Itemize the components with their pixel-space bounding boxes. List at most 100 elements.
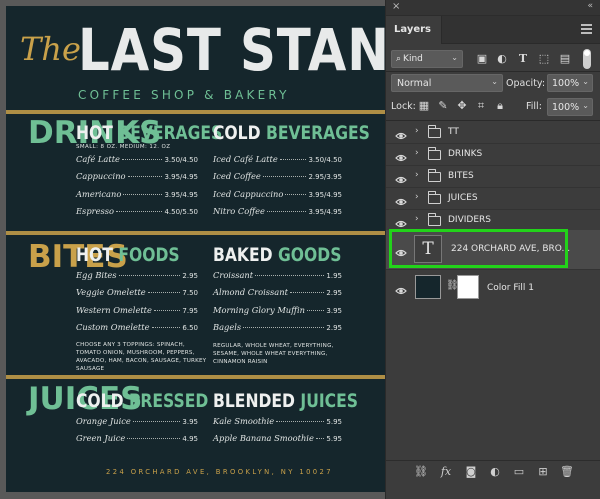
eye-icon[interactable] (395, 193, 407, 206)
fill-value: 100% (552, 102, 580, 113)
panel-menu-icon[interactable] (581, 24, 592, 34)
layer-name: DIVIDERS (448, 215, 491, 225)
item-price: 3.95/4.95 (164, 190, 198, 199)
document-canvas[interactable]: The LAST STAND COFFEE SHOP & BAKERY DRIN… (0, 0, 385, 499)
menu-item: Espresso 4.50/5.50 (76, 206, 198, 223)
lock-artboard-icon[interactable]: ⌗ (475, 99, 487, 113)
folder-icon (428, 213, 441, 226)
mask-thumbnail[interactable] (457, 275, 479, 299)
menu-item: Croissant 1.95 (213, 270, 342, 287)
opacity-field[interactable]: 100% ⌄ (547, 74, 593, 92)
side-word-bites: BITES (28, 239, 128, 275)
folder-icon (428, 147, 441, 160)
item-name: Croissant (213, 270, 254, 280)
lock-transparent-icon[interactable]: ▦ (418, 99, 430, 113)
lock-image-icon[interactable]: ✎ (437, 99, 449, 113)
item-price: 2.95 (326, 289, 342, 298)
image-filter-icon[interactable]: ▣ (475, 52, 489, 66)
leader-dots (255, 275, 325, 276)
close-icon[interactable]: × (392, 1, 400, 12)
item-price: 3.50/4.50 (164, 156, 198, 164)
leader-dots (127, 176, 163, 178)
tab-layers[interactable]: Layers (386, 16, 442, 44)
layer-row-group[interactable]: › TT (386, 122, 600, 144)
leader-dots (262, 176, 307, 178)
expand-caret-icon[interactable]: › (415, 148, 419, 158)
leader-dots (118, 275, 181, 276)
leader-dots (307, 309, 325, 311)
expand-caret-icon[interactable]: › (415, 126, 419, 136)
item-price: 3.95 (182, 418, 198, 426)
address-text: 224 ORCHARD AVE, BROOKLYN, NY 10027 (106, 468, 333, 476)
filter-kind-value: Kind (403, 54, 423, 64)
menu-item: Iced Coffee 2.95/3.95 (213, 171, 342, 188)
item-price: 7.95 (182, 306, 198, 315)
menu-item: Nitro Coffee 3.95/4.95 (213, 206, 342, 223)
adjustment-layer-icon[interactable]: ◐ (488, 465, 502, 479)
layer-row-group[interactable]: › BITES (386, 166, 600, 188)
fill-field[interactable]: 100% ⌄ (547, 98, 593, 116)
smart-object-filter-icon[interactable]: ▤ (558, 52, 572, 66)
divider (386, 120, 600, 121)
item-price: 4.95 (182, 435, 198, 444)
lock-all-icon[interactable]: 🔒︎ (494, 99, 506, 113)
layer-row-group[interactable]: › DRINKS (386, 144, 600, 166)
filter-kind-select[interactable]: ⌕ Kind ⌄ (391, 50, 463, 68)
trash-icon[interactable]: 🗑︎ (560, 465, 574, 479)
title-part: BLENDED (213, 390, 301, 412)
folder-icon (428, 169, 441, 182)
filter-toggle[interactable] (583, 49, 591, 69)
expand-caret-icon[interactable]: › (415, 192, 419, 202)
menu-item: Green Juice 4.95 (76, 433, 198, 450)
item-name: Almond Croissant (213, 287, 288, 298)
layer-row-group[interactable]: › JUICES (386, 188, 600, 210)
divider (386, 71, 600, 72)
side-word-drinks: DRINKS (28, 115, 162, 151)
folder-icon (428, 191, 441, 204)
new-group-icon[interactable]: ▭ (512, 465, 526, 479)
section-title: BLENDED JUICES (213, 390, 358, 412)
layer-name: Color Fill 1 (487, 283, 534, 293)
fx-icon[interactable]: fx (439, 465, 453, 479)
section-title: HOT BEVERAGES (76, 122, 222, 144)
expand-caret-icon[interactable]: › (415, 170, 419, 180)
type-filter-icon[interactable]: T (516, 52, 530, 66)
expand-caret-icon[interactable]: › (415, 214, 419, 224)
section-title: COLD PRESSED (76, 390, 208, 412)
eye-icon[interactable] (395, 127, 407, 140)
new-layer-icon[interactable]: ⊞ (536, 465, 550, 479)
add-mask-icon[interactable]: ◙ (464, 465, 478, 479)
item-list: Croissant 1.95 Almond Croissant 2.95 Morning… (213, 270, 342, 339)
item-list: Café Latte 3.50/4.50 Cappuccino 3.95/4.95 Am… (76, 154, 198, 223)
section-title: BAKED GOODS (213, 244, 341, 266)
fill-layer-thumbnail (415, 275, 441, 299)
menu-item: Kale Smoothie 5.95 (213, 416, 342, 433)
shape-filter-icon[interactable]: ⬚ (537, 52, 551, 66)
item-name: Orange Juice (76, 416, 131, 426)
leader-dots (279, 159, 307, 160)
eye-icon[interactable] (395, 171, 407, 184)
divider-bar (6, 231, 385, 235)
title-main: LAST STAND (78, 16, 385, 84)
layer-row-fill[interactable]: ⛓ Color Fill 1 (386, 272, 600, 304)
menu-item: Orange Juice 3.95 (76, 416, 198, 433)
divider-bar (6, 375, 385, 379)
item-name: Café Latte (76, 154, 120, 164)
title-part: BEVERAGES (265, 122, 370, 144)
panel-header: × « (386, 0, 600, 16)
search-icon: ⌕ (396, 54, 402, 64)
eye-icon[interactable] (395, 282, 407, 295)
item-name: Morning Glory Muffin (213, 304, 306, 315)
size-note: SMALL: 8 OZ. MEDIUM: 12. OZ (76, 144, 171, 150)
blend-mode-select[interactable]: Normal ⌄ (391, 74, 503, 92)
item-name: Custom Omelette (76, 321, 150, 332)
collapse-icon[interactable]: « (587, 1, 593, 11)
link-layers-icon[interactable]: ⛓ (414, 465, 428, 479)
adjustment-filter-icon[interactable]: ◐ (495, 52, 509, 66)
menu-item: Almond Croissant 2.95 (213, 287, 342, 304)
item-price: 3.95/4.95 (164, 173, 198, 182)
lock-position-icon[interactable]: ✥ (456, 99, 468, 113)
item-name: Cappuccino (76, 171, 126, 182)
eye-icon[interactable] (395, 215, 407, 228)
eye-icon[interactable] (395, 149, 407, 162)
